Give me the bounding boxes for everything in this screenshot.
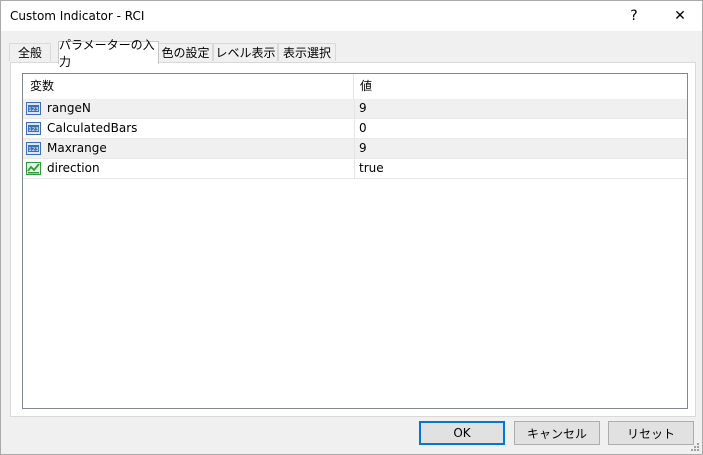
- parameter-value[interactable]: 9: [359, 139, 367, 158]
- parameter-name: rangeN: [47, 101, 91, 115]
- svg-text:123: 123: [28, 107, 39, 113]
- tab-levels[interactable]: レベル表示: [213, 43, 278, 61]
- parameter-name: direction: [47, 161, 100, 175]
- integer-icon: 123: [26, 142, 41, 155]
- tab-colors[interactable]: 色の設定: [158, 43, 213, 61]
- table-row[interactable]: 123 Maxrange 9: [23, 139, 687, 159]
- window-title: Custom Indicator - RCI: [10, 9, 145, 23]
- tab-panel: 変数 値 123 rangeN 9 123 CalculatedBars 0 1…: [10, 62, 696, 417]
- tab-label: 表示選択: [282, 46, 331, 60]
- close-button[interactable]: ✕: [657, 1, 703, 31]
- grid-header: 変数 値: [23, 74, 687, 100]
- help-icon: ?: [630, 8, 638, 24]
- title-bar[interactable]: Custom Indicator - RCI ? ✕: [1, 1, 702, 31]
- parameter-value[interactable]: true: [359, 159, 384, 178]
- parameter-value[interactable]: 9: [359, 99, 367, 118]
- tab-label: 全般: [17, 46, 42, 60]
- dialog-window: Custom Indicator - RCI ? ✕ 全般 パラメーターの入力 …: [0, 0, 703, 455]
- table-row[interactable]: direction true: [23, 159, 687, 179]
- tab-parameters[interactable]: パラメーターの入力: [58, 38, 159, 69]
- table-row[interactable]: 123 CalculatedBars 0: [23, 119, 687, 139]
- integer-icon: 123: [26, 122, 41, 135]
- tab-general[interactable]: 全般: [9, 43, 51, 61]
- help-button[interactable]: ?: [611, 1, 657, 31]
- table-row[interactable]: 123 rangeN 9: [23, 99, 687, 119]
- tab-bar: 全般 パラメーターの入力 色の設定 レベル表示 表示選択: [9, 38, 699, 69]
- parameter-value[interactable]: 0: [359, 119, 367, 138]
- boolean-icon: [26, 162, 41, 175]
- parameters-grid: 変数 値 123 rangeN 9 123 CalculatedBars 0 1…: [22, 73, 688, 409]
- tab-label: パラメーターの入力: [59, 38, 155, 69]
- tab-visualization[interactable]: 表示選択: [278, 43, 336, 61]
- tab-label: レベル表示: [215, 46, 276, 60]
- ok-button[interactable]: OK: [419, 421, 505, 445]
- resize-grip-icon[interactable]: [690, 442, 700, 452]
- tab-label: 色の設定: [161, 46, 210, 60]
- column-header-value[interactable]: 値: [354, 74, 687, 99]
- svg-text:123: 123: [28, 127, 39, 133]
- close-icon: ✕: [674, 8, 686, 24]
- cancel-button[interactable]: キャンセル: [514, 421, 600, 445]
- parameter-name: Maxrange: [47, 141, 107, 155]
- svg-text:123: 123: [28, 147, 39, 153]
- column-header-variable[interactable]: 変数: [23, 74, 354, 99]
- integer-icon: 123: [26, 102, 41, 115]
- parameter-name: CalculatedBars: [47, 121, 138, 135]
- reset-button[interactable]: リセット: [608, 421, 694, 445]
